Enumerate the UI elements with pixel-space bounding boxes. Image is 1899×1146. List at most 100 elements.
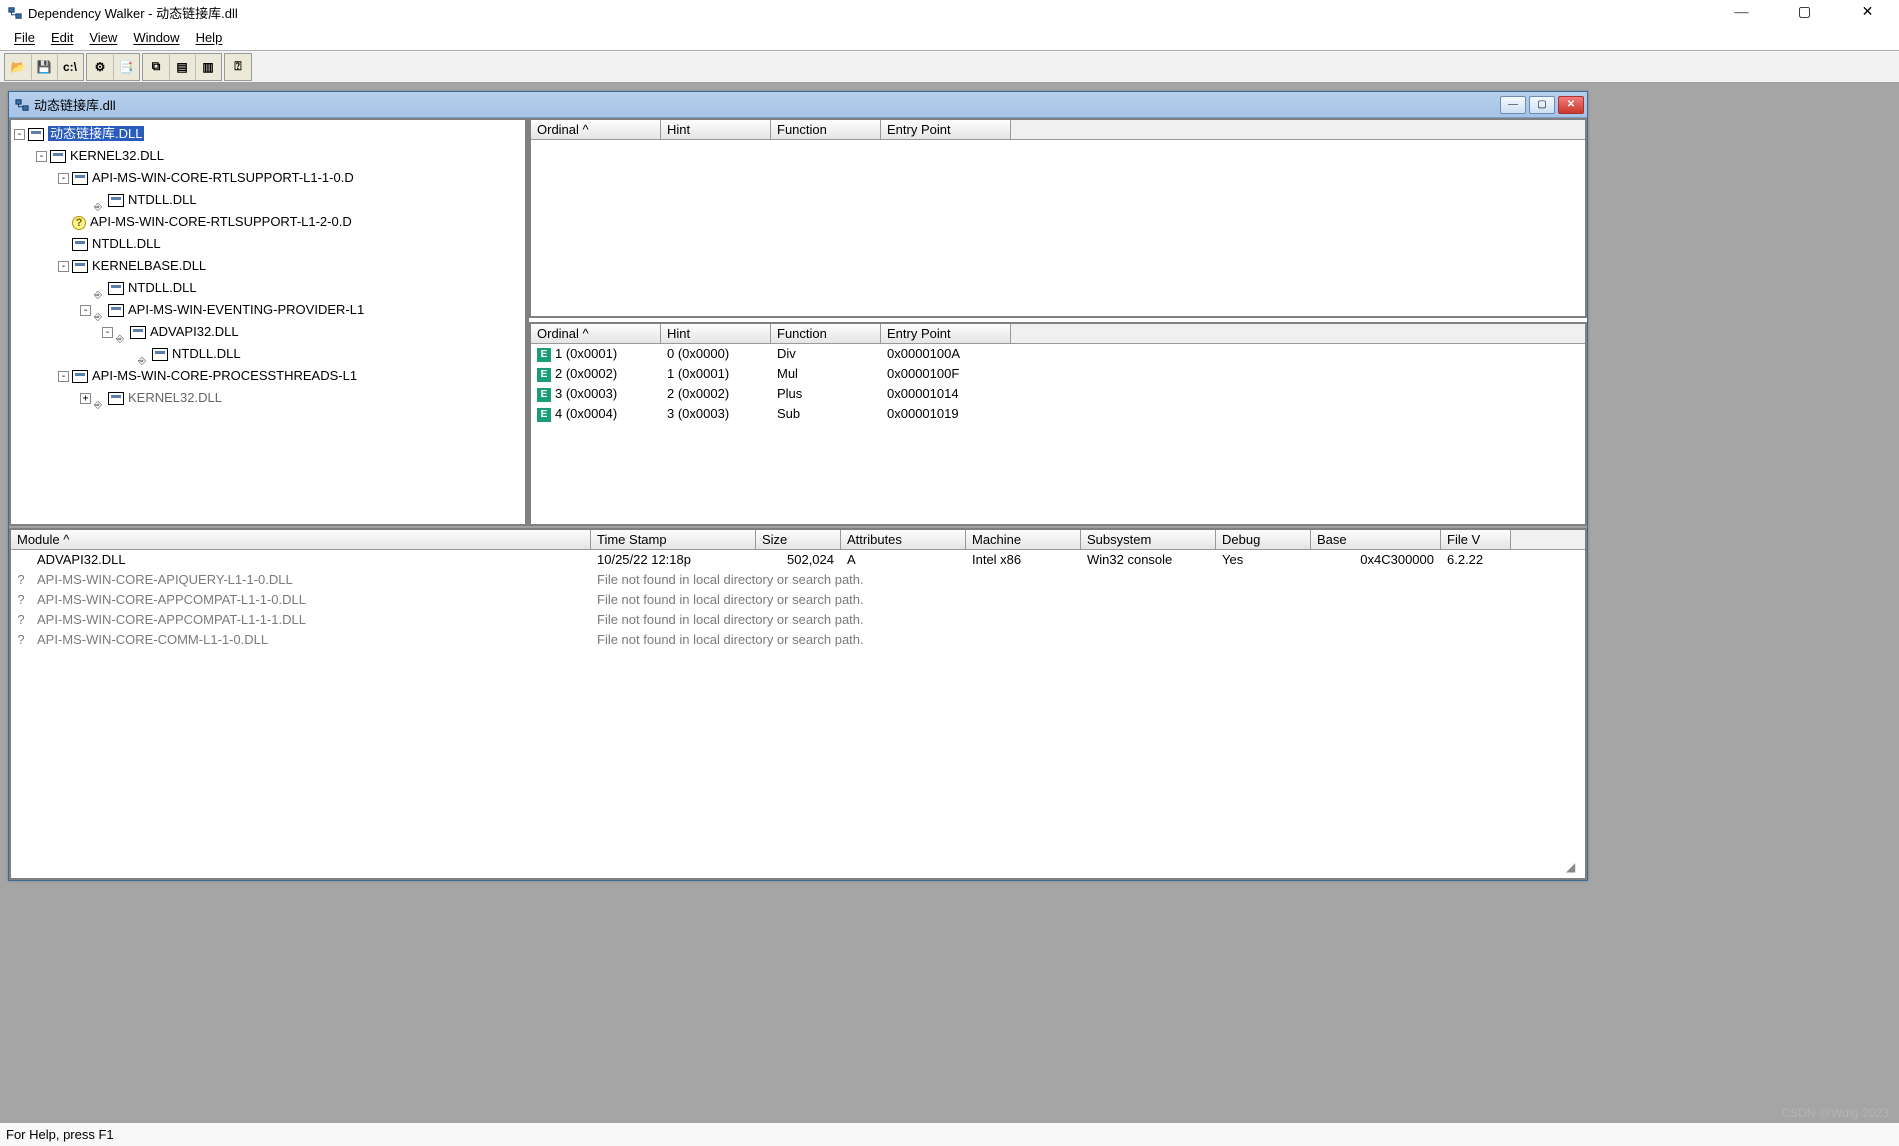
column-header[interactable]: Module ^ [11, 530, 591, 549]
menu-window[interactable]: Window [125, 28, 187, 47]
module-name: API-MS-WIN-CORE-COMM-L1-1-0.DLL [31, 630, 591, 650]
title-bar: Dependency Walker - 动态链接库.dll — ▢ ✕ [0, 0, 1899, 25]
missing-module-icon: ? [72, 216, 86, 230]
missing-module-icon: ? [17, 590, 24, 610]
module-icon [72, 238, 88, 251]
expand-toggle[interactable]: - [58, 261, 69, 272]
column-header[interactable]: Subsystem [1081, 530, 1216, 549]
tree-node[interactable]: - 动态链接库.DLL [14, 123, 522, 145]
column-header[interactable]: Size [756, 530, 841, 549]
inner-maximize-button[interactable]: ▢ [1529, 96, 1555, 114]
minimize-button[interactable]: — [1710, 0, 1773, 25]
module-icon [108, 282, 124, 295]
module-icon [152, 348, 168, 361]
missing-module-icon: ? [17, 610, 24, 630]
export-row[interactable]: E1 (0x0001)0 (0x0000)Div0x0000100A [531, 344, 1585, 364]
column-header[interactable]: Ordinal ^ [531, 324, 661, 343]
expand-icon[interactable]: ⧉ [143, 54, 169, 80]
menu-view[interactable]: View [81, 28, 125, 47]
imports-pane[interactable]: Ordinal ^HintFunctionEntry Point [529, 118, 1587, 318]
column-header[interactable]: Entry Point [881, 120, 1011, 139]
module-icon [72, 172, 88, 185]
tree-node[interactable]: NTDLL.DLL [14, 189, 522, 211]
tree-node[interactable]: -API-MS-WIN-CORE-PROCESSTHREADS-L1 [14, 365, 522, 387]
column-header[interactable]: File V [1441, 530, 1511, 549]
module-row[interactable]: ?API-MS-WIN-CORE-COMM-L1-1-0.DLLFile not… [11, 630, 1585, 650]
export-row[interactable]: E3 (0x0003)2 (0x0002)Plus0x00001014 [531, 384, 1585, 404]
tree-node[interactable]: NTDLL.DLL [14, 277, 522, 299]
column-header[interactable]: Function [771, 324, 881, 343]
tree-node[interactable]: + KERNEL32.DLL [14, 387, 522, 409]
column-header[interactable]: Base [1311, 530, 1441, 549]
column-header[interactable]: Entry Point [881, 324, 1011, 343]
column-header[interactable]: Time Stamp [591, 530, 756, 549]
module-row[interactable]: ADVAPI32.DLL10/25/22 12:18p502,024AIntel… [11, 550, 1585, 570]
module-list-pane[interactable]: Module ^Time StampSizeAttributesMachineS… [9, 528, 1587, 880]
export-row[interactable]: E4 (0x0004)3 (0x0003)Sub0x00001019 [531, 404, 1585, 424]
profile-icon[interactable]: ⚙︎ [87, 54, 113, 80]
tree-node[interactable]: -KERNELBASE.DLL [14, 255, 522, 277]
dependency-walker-icon [15, 98, 29, 112]
exports-pane[interactable]: Ordinal ^HintFunctionEntry Point E1 (0x0… [529, 322, 1587, 526]
tree-node[interactable]: NTDLL.DLL [14, 343, 522, 365]
expand-toggle[interactable]: - [80, 305, 91, 316]
column-header[interactable]: Ordinal ^ [531, 120, 661, 139]
menu-help[interactable]: Help [188, 28, 231, 47]
module-icon [72, 370, 88, 383]
column-header[interactable]: Machine [966, 530, 1081, 549]
close-button[interactable]: ✕ [1836, 0, 1899, 25]
tree-node-label: NTDLL.DLL [172, 346, 241, 361]
module-row[interactable]: ?API-MS-WIN-CORE-APIQUERY-L1-1-0.DLLFile… [11, 570, 1585, 590]
tree-node-label: KERNEL32.DLL [128, 390, 222, 405]
export-icon: E [537, 388, 551, 402]
module-window-title: 动态链接库.dll [34, 95, 1500, 114]
expand-toggle[interactable]: - [58, 371, 69, 382]
inner-close-button[interactable]: ✕ [1558, 96, 1584, 114]
expand-toggle[interactable]: - [58, 173, 69, 184]
copy-icon[interactable]: 📑 [113, 54, 139, 80]
maximize-button[interactable]: ▢ [1773, 0, 1836, 25]
autofit-icon[interactable]: ▤ [169, 54, 195, 80]
column-header[interactable]: Attributes [841, 530, 966, 549]
column-header[interactable]: Hint [661, 324, 771, 343]
module-error-message: File not found in local directory or sea… [591, 610, 871, 630]
forward-icon [94, 195, 106, 207]
tree-node-label: 动态链接库.DLL [48, 126, 144, 141]
window-title: Dependency Walker - 动态链接库.dll [28, 3, 1710, 22]
missing-module-icon: ? [17, 630, 24, 650]
tree-node-label: NTDLL.DLL [128, 280, 197, 295]
module-row[interactable]: ?API-MS-WIN-CORE-APPCOMPAT-L1-1-1.DLLFil… [11, 610, 1585, 630]
tree-node[interactable]: NTDLL.DLL [14, 233, 522, 255]
dependency-tree-pane[interactable]: -动态链接库.DLL-KERNEL32.DLL-API-MS-WIN-CORE-… [9, 118, 529, 526]
menu-bar: File Edit View Window Help [0, 25, 1899, 51]
expand-toggle[interactable]: - [102, 327, 113, 338]
inner-minimize-button[interactable]: — [1500, 96, 1526, 114]
menu-edit[interactable]: Edit [43, 28, 81, 47]
module-name: API-MS-WIN-CORE-APIQUERY-L1-1-0.DLL [31, 570, 591, 590]
column-header[interactable]: Function [771, 120, 881, 139]
tree-node[interactable]: -KERNEL32.DLL [14, 145, 522, 167]
tree-node[interactable]: -API-MS-WIN-EVENTING-PROVIDER-L1 [14, 299, 522, 321]
column-header[interactable]: Hint [661, 120, 771, 139]
cdrive-icon[interactable]: c:\ [57, 54, 83, 80]
tree-node[interactable]: ?API-MS-WIN-CORE-RTLSUPPORT-L1-2-0.D [14, 211, 522, 233]
expand-toggle[interactable]: + [80, 393, 91, 404]
expand-toggle[interactable]: - [36, 151, 47, 162]
open-icon[interactable]: 📂 [5, 54, 31, 80]
module-window-body: -动态链接库.DLL-KERNEL32.DLL-API-MS-WIN-CORE-… [9, 118, 1587, 880]
whatsthis-icon[interactable]: ⍰ [225, 54, 251, 80]
tree-node-label: NTDLL.DLL [128, 192, 197, 207]
export-row[interactable]: E2 (0x0002)1 (0x0001)Mul0x0000100F [531, 364, 1585, 384]
save-icon[interactable]: 💾 [31, 54, 57, 80]
watermark: CSDN @Wdlg·2023 [1781, 1106, 1889, 1120]
menu-file[interactable]: File [6, 28, 43, 47]
expand-toggle[interactable]: - [14, 129, 25, 140]
module-window-titlebar[interactable]: 动态链接库.dll — ▢ ✕ [9, 92, 1587, 118]
fullpath-icon[interactable]: ▥ [195, 54, 221, 80]
resize-grip-icon[interactable]: ◢ [1566, 860, 1582, 876]
tree-node[interactable]: -ADVAPI32.DLL [14, 321, 522, 343]
module-row[interactable]: ?API-MS-WIN-CORE-APPCOMPAT-L1-1-0.DLLFil… [11, 590, 1585, 610]
column-header[interactable]: Debug [1216, 530, 1311, 549]
forward-icon [94, 305, 106, 317]
tree-node[interactable]: -API-MS-WIN-CORE-RTLSUPPORT-L1-1-0.D [14, 167, 522, 189]
